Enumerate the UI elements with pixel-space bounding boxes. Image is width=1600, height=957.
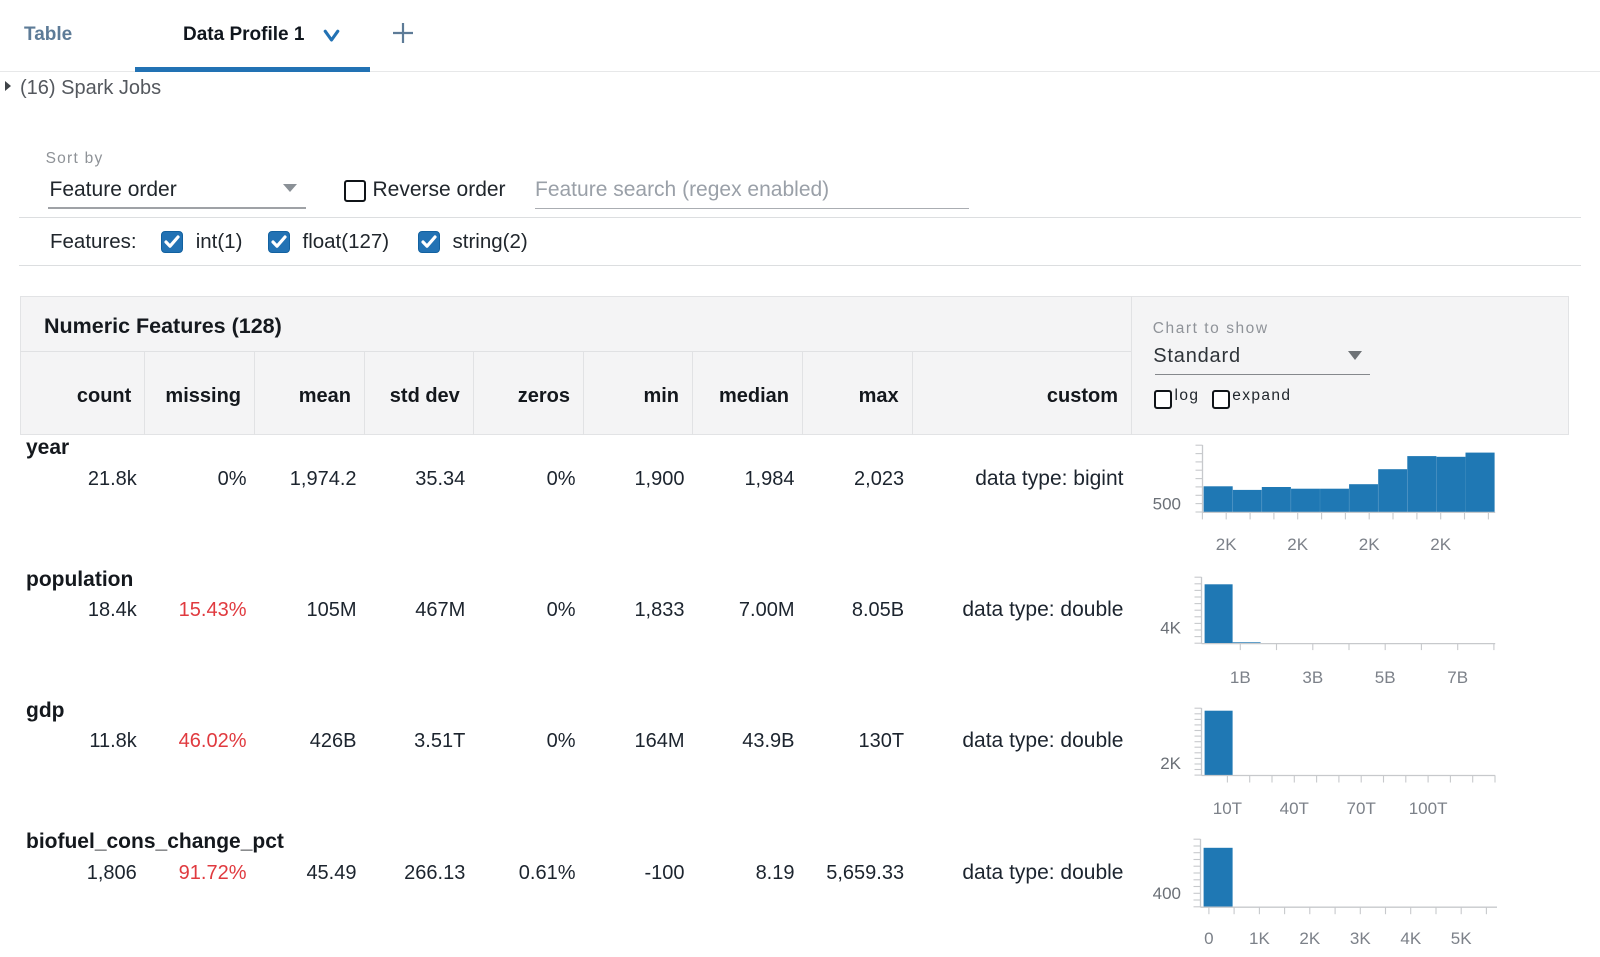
svg-text:2K: 2K — [1299, 929, 1320, 948]
svg-text:40T: 40T — [1280, 799, 1309, 818]
svg-text:3B: 3B — [1302, 668, 1323, 687]
svg-text:2K: 2K — [1216, 535, 1237, 554]
svg-text:100T: 100T — [1409, 799, 1448, 818]
svg-text:400: 400 — [1153, 884, 1181, 903]
svg-text:70T: 70T — [1347, 799, 1376, 818]
svg-text:2K: 2K — [1359, 535, 1380, 554]
svg-text:5K: 5K — [1451, 929, 1472, 948]
svg-text:2K: 2K — [1160, 754, 1181, 773]
svg-text:5B: 5B — [1375, 668, 1396, 687]
svg-text:4K: 4K — [1160, 619, 1181, 638]
svg-text:7B: 7B — [1447, 668, 1468, 687]
svg-text:500: 500 — [1153, 495, 1181, 514]
svg-text:1K: 1K — [1249, 929, 1270, 948]
svg-text:2K: 2K — [1287, 535, 1308, 554]
svg-text:1B: 1B — [1230, 668, 1251, 687]
svg-text:3K: 3K — [1350, 929, 1371, 948]
svg-text:0: 0 — [1204, 929, 1213, 948]
svg-text:10T: 10T — [1213, 799, 1242, 818]
svg-text:4K: 4K — [1400, 929, 1421, 948]
svg-text:2K: 2K — [1430, 535, 1451, 554]
